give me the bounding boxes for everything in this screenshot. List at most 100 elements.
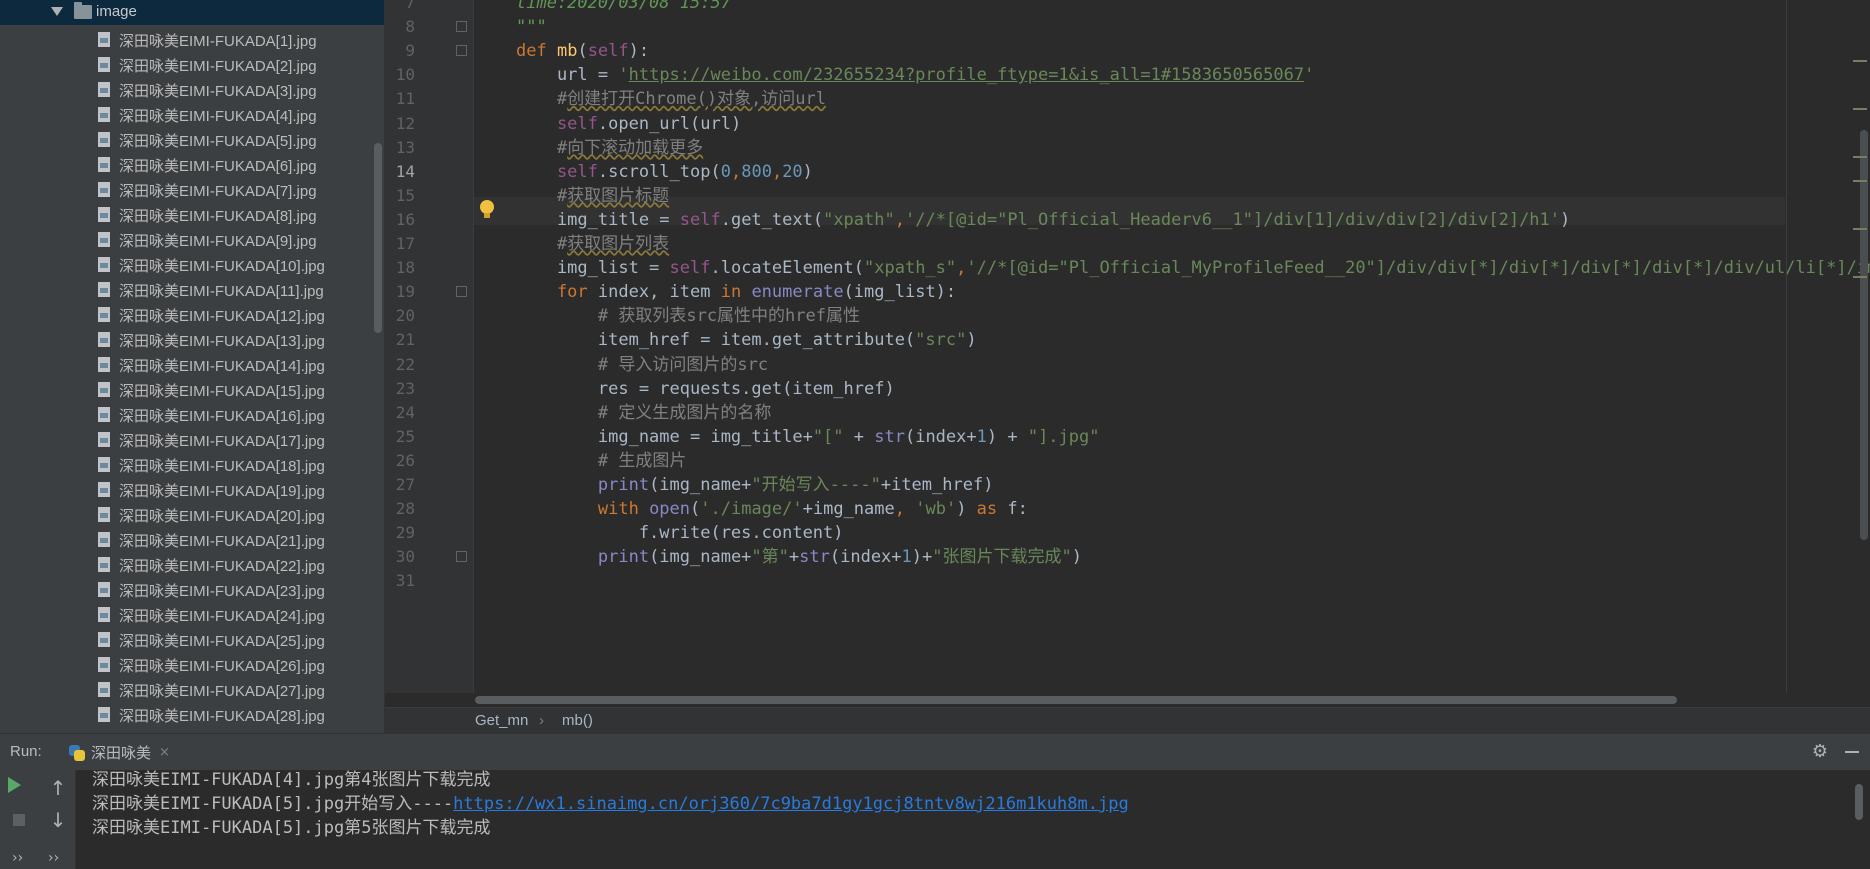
code-token: # 获取列表src属性中的href属性 [516,306,860,327]
file-name: 深田咏美EIMI-FUKADA[12].jpg [119,308,325,325]
file-name: 深田咏美EIMI-FUKADA[16].jpg [119,408,325,425]
file-item[interactable]: 深田咏美EIMI-FUKADA[24].jpg [0,602,375,627]
image-file-icon [98,432,110,447]
code-token: , [894,209,905,230]
error-stripe-mark[interactable] [1853,228,1867,230]
file-item[interactable]: 深田咏美EIMI-FUKADA[17].jpg [0,427,375,452]
code-token: "].jpg" [1027,426,1100,447]
project-scrollbar[interactable] [374,143,382,333]
stop-icon[interactable] [13,814,25,826]
code-token: + [843,426,875,447]
file-name: 深田咏美EIMI-FUKADA[26].jpg [119,658,325,675]
arrow-up-icon[interactable]: ↑ [46,776,70,800]
file-name: 深田咏美EIMI-FUKADA[19].jpg [119,483,325,500]
file-item[interactable]: 深田咏美EIMI-FUKADA[28].jpg [0,702,375,727]
breadcrumb-function[interactable]: mb() [562,712,593,729]
file-item[interactable]: 深田咏美EIMI-FUKADA[16].jpg [0,402,375,427]
file-item[interactable]: 深田咏美EIMI-FUKADA[10].jpg [0,252,375,277]
run-tab[interactable]: 深田咏美 × [63,737,182,768]
file-item[interactable]: 深田咏美EIMI-FUKADA[11].jpg [0,277,375,302]
file-name: 深田咏美EIMI-FUKADA[13].jpg [119,333,325,350]
code-token: # 导入访问图片的src [516,354,769,375]
code-token: in [720,282,752,303]
file-item[interactable]: 深田咏美EIMI-FUKADA[27].jpg [0,677,375,702]
error-stripe-mark[interactable] [1853,108,1867,110]
code-token: + [788,547,800,568]
file-item[interactable]: 深田咏美EIMI-FUKADA[8].jpg [0,202,375,227]
folder-row-image[interactable]: image [0,0,384,25]
code-token: img_name = img_title+ [516,426,813,447]
file-item[interactable]: 深田咏美EIMI-FUKADA[18].jpg [0,452,375,477]
file-name: 深田咏美EIMI-FUKADA[10].jpg [119,258,325,275]
code-editor[interactable]: 7 8 9 10 11 12 13 14 15 16 17 18 19 20 21 22 23 24 25 26 27 2… [385,0,1870,707]
horizontal-scroll-thumb[interactable] [475,696,1677,704]
code-token: .open_url(url) [597,113,742,134]
file-item[interactable]: 深田咏美EIMI-FUKADA[2].jpg [0,52,375,77]
run-toolbar: ↑ ↓ ›› ›› [0,770,76,869]
code-token: enumerate [751,282,844,303]
code-token: img_list = [516,258,670,279]
fold-marker-icon[interactable] [456,45,467,57]
gear-icon[interactable]: ⚙ [1810,742,1830,762]
file-name: 深田咏美EIMI-FUKADA[20].jpg [119,508,325,525]
error-stripe-mark[interactable] [1853,276,1867,278]
code-token: self [516,161,598,182]
minimize-icon[interactable] [1845,751,1859,753]
code-token: # 生成图片 [516,450,687,471]
file-item[interactable]: 深田咏美EIMI-FUKADA[15].jpg [0,377,375,402]
code-token: 获取图片列表 [567,234,670,254]
file-item[interactable]: 深田咏美EIMI-FUKADA[19].jpg [0,477,375,502]
file-item[interactable]: 深田咏美EIMI-FUKADA[7].jpg [0,177,375,202]
error-stripe-mark[interactable] [1853,60,1867,62]
file-item[interactable]: 深田咏美EIMI-FUKADA[21].jpg [0,527,375,552]
image-file-icon [98,182,110,197]
image-file-icon [98,407,110,422]
image-file-icon [98,282,110,297]
editor-horizontal-scrollbar[interactable] [473,693,1870,707]
editor-vertical-scrollbar[interactable] [1860,130,1868,540]
file-item[interactable]: 深田咏美EIMI-FUKADA[14].jpg [0,352,375,377]
image-file-icon [98,57,110,72]
file-item[interactable]: 深田咏美EIMI-FUKADA[13].jpg [0,327,375,352]
file-item[interactable]: 深田咏美EIMI-FUKADA[9].jpg [0,227,375,252]
code-token: self [669,258,711,279]
console-link[interactable]: https://wx1.sinaimg.cn/orj360/7c9ba7d1gy… [453,794,1129,814]
code-line[interactable]: print(img_name+"第"+str(index+1)+"张图片下载完成… [516,543,1082,571]
console-scrollbar[interactable] [1855,784,1863,820]
file-item[interactable]: 深田咏美EIMI-FUKADA[1].jpg [0,27,375,52]
code-line[interactable]: img_title = self.get_text("xpath",'//*[@… [516,206,1570,234]
file-item[interactable]: 深田咏美EIMI-FUKADA[25].jpg [0,627,375,652]
file-item[interactable]: 深田咏美EIMI-FUKADA[20].jpg [0,502,375,527]
file-item[interactable]: 深田咏美EIMI-FUKADA[3].jpg [0,77,375,102]
more-actions-icon[interactable]: ›› [48,850,72,869]
close-icon[interactable]: × [159,745,170,760]
file-item[interactable]: 深田咏美EIMI-FUKADA[22].jpg [0,552,375,577]
image-file-icon [98,607,110,622]
fold-marker-icon[interactable] [456,21,467,33]
file-item[interactable]: 深田咏美EIMI-FUKADA[23].jpg [0,577,375,602]
more-actions-icon[interactable]: ›› [12,850,36,869]
file-item[interactable]: 深田咏美EIMI-FUKADA[12].jpg [0,302,375,327]
console-text: 深田咏美EIMI-FUKADA[4].jpg第4张图片下载完成 [92,770,491,790]
code-token: index, item [597,282,721,303]
error-stripe-mark[interactable] [1853,156,1867,158]
code-token: url = [516,65,619,86]
chevron-down-icon[interactable] [51,7,63,16]
lightbulb-icon[interactable] [480,200,494,220]
file-item[interactable]: 深田咏美EIMI-FUKADA[26].jpg [0,652,375,677]
folder-icon [74,2,92,19]
file-item[interactable]: 深田咏美EIMI-FUKADA[5].jpg [0,127,375,152]
file-item[interactable]: 深田咏美EIMI-FUKADA[4].jpg [0,102,375,127]
code-line[interactable]: time:2020/03/08 15:57 [516,0,731,17]
file-name: 深田咏美EIMI-FUKADA[21].jpg [119,533,325,550]
arrow-down-icon[interactable]: ↓ [46,808,70,832]
breadcrumb-file[interactable]: Get_mn [475,712,528,729]
fold-marker-icon[interactable] [456,286,467,298]
fold-marker-icon[interactable] [456,551,467,563]
rerun-icon[interactable] [8,777,21,793]
file-item[interactable]: 深田咏美EIMI-FUKADA[6].jpg [0,152,375,177]
code-token: 向下滚动加载更多 [567,137,704,158]
error-stripe-mark[interactable] [1853,180,1867,182]
code-token: ' [1304,65,1315,86]
image-file-icon [98,157,110,172]
